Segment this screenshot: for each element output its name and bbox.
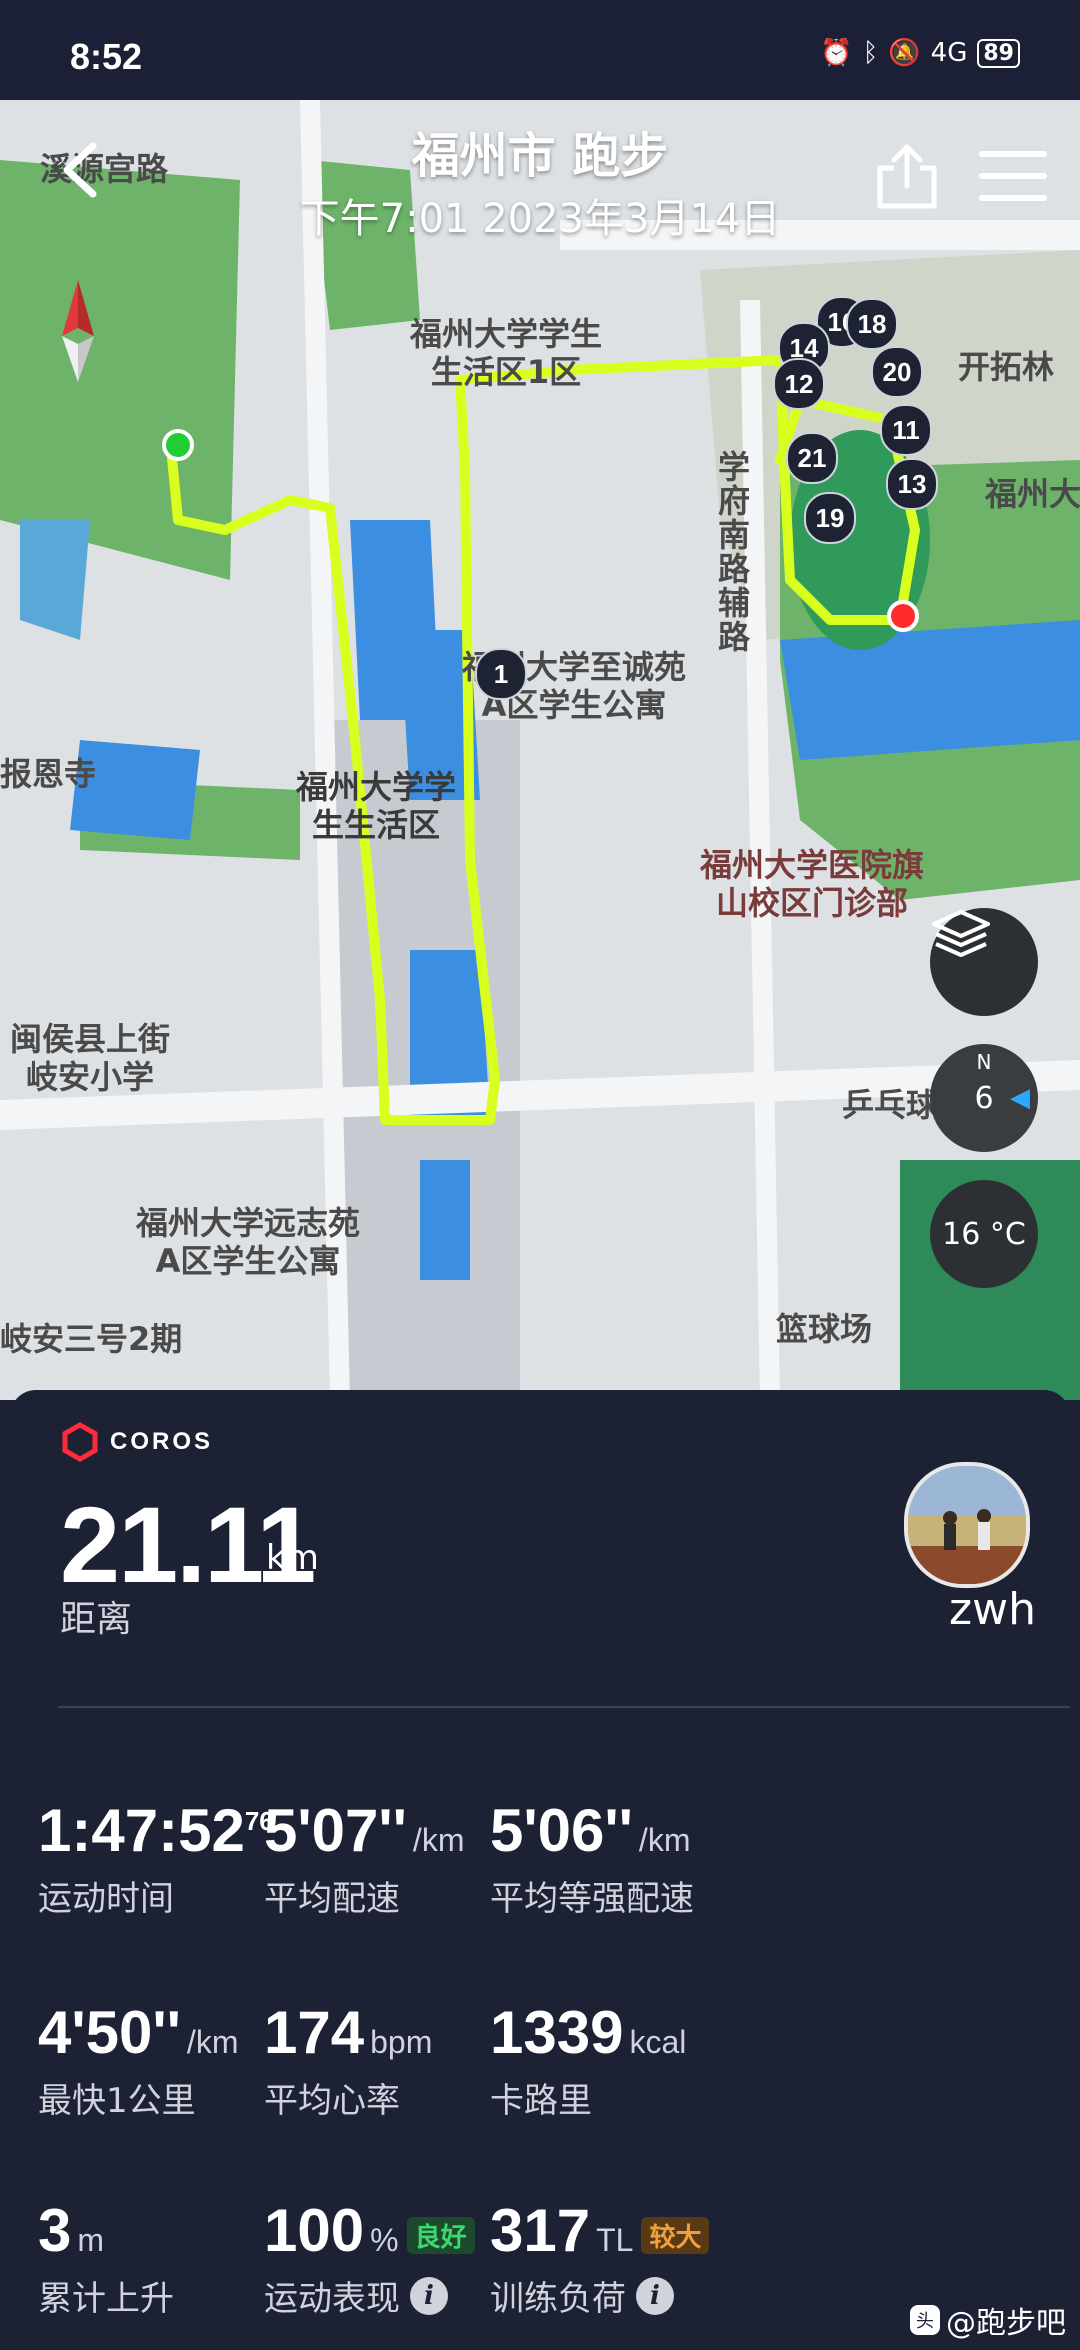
map-label-qian3: 岐安三号2期 [0, 1320, 183, 1358]
map-label-yuanzhi: 福州大学远志苑 A区学生公寓 [136, 1204, 361, 1280]
info-icon[interactable]: i [636, 2276, 674, 2315]
stat-value: 1:47:52 [38, 1797, 245, 1864]
weibo-icon: 头 [910, 2305, 940, 2335]
training-load-badge: 较大 [641, 2216, 710, 2254]
top-bar: 福州市 跑步 下午7:01 2023年3月14日 [0, 100, 1080, 260]
stat-unit: /km [412, 1822, 465, 1858]
distance-label: 距离 [60, 1599, 133, 1640]
lap-marker: 13 [886, 458, 938, 510]
status-time: 8:52 [70, 36, 143, 77]
stat-label: 卡路里 [490, 2081, 592, 2121]
stat-value: 317 [490, 2197, 591, 2264]
lap-marker: 19 [804, 492, 856, 544]
status-icons: ⏰ ᛒ 🔕 4G 89 [820, 38, 1020, 68]
stat-unit: kcal [629, 2024, 687, 2060]
stat-label: 运动表现 [264, 2279, 400, 2319]
stat-calories: 1339 kcal 卡路里 [490, 1998, 820, 2122]
brand: COROS [60, 1422, 213, 1462]
username: zwh [949, 1584, 1036, 1635]
battery-icon: 89 [977, 38, 1020, 68]
watermark-text: @跑步吧 [946, 2306, 1066, 2341]
mute-icon: 🔕 [888, 38, 921, 68]
stat-training-load: 317 TL 较大 训练负荷 i [490, 2196, 820, 2320]
stat-value: 5'07'' [264, 1797, 407, 1864]
lap-marker: 12 [773, 358, 825, 410]
layers-icon [932, 910, 990, 957]
lap-marker: 18 [846, 298, 898, 350]
stat-value: 100 [264, 2197, 365, 2264]
map-label-fzu-life1: 福州大学学生 生活区1区 [410, 315, 603, 391]
map-label-basketball: 篮球场 [776, 1310, 873, 1348]
watermark: 头 @跑步吧 [910, 2298, 1066, 2342]
lap-marker: 21 [786, 432, 838, 484]
info-icon[interactable]: i [410, 2276, 448, 2315]
distance-unit: km [266, 1538, 319, 1578]
bluetooth-icon: ᛒ [862, 38, 879, 68]
stat-value: 174 [264, 1999, 365, 2066]
status-bar: 8:52 ⏰ ᛒ 🔕 4G 89 [0, 0, 1080, 100]
stat-label: 训练负荷 [490, 2279, 626, 2319]
map-label-enshi: 报恩寺 [0, 755, 97, 793]
stat-value: 5'06'' [490, 1797, 633, 1864]
avatar[interactable] [904, 1462, 1030, 1588]
performance-badge: 良好 [406, 2216, 475, 2254]
map-label-fuzhou: 福州大 [985, 475, 1080, 513]
compass-value: 6 [974, 1080, 994, 1116]
map-label-hospital: 福州大学医院旗 山校区门诊部 [700, 846, 925, 922]
lap-marker: 11 [880, 404, 932, 456]
map-label-fzu-life: 福州大学学 生生活区 [296, 768, 457, 844]
stat-unit: TL [596, 2222, 634, 2258]
alarm-icon: ⏰ [820, 38, 853, 68]
stat-value: 4'50'' [38, 1999, 181, 2066]
stat-unit: bpm [370, 2024, 433, 2060]
temperature-value: 16 °C [942, 1216, 1026, 1252]
stat-value: 1339 [490, 1999, 624, 2066]
share-button[interactable] [872, 142, 942, 212]
menu-button[interactable] [978, 148, 1048, 204]
stat-unit: m [77, 2222, 105, 2258]
lap-marker: 20 [871, 346, 923, 398]
avatar-image [908, 1466, 1026, 1584]
coros-logo-icon [62, 1422, 98, 1462]
brand-name: COROS [110, 1428, 214, 1455]
compass-button[interactable]: N 6 ◀ [930, 1044, 1038, 1152]
signal-icon: 4G [930, 38, 968, 68]
layers-button[interactable] [930, 908, 1038, 1016]
summary-panel: COROS 21.11 km 距离 zwh 1:47:5276 运动时间 5'0… [10, 1390, 1070, 2350]
divider [58, 1706, 1070, 1708]
stat-label-row: 训练负荷 i [490, 2271, 820, 2320]
map-label-kaituolin: 开拓林 [958, 348, 1055, 386]
lap-marker: 1 [475, 648, 527, 700]
temperature-button[interactable]: 16 °C [930, 1180, 1038, 1288]
stat-gap-pace: 5'06''/km 平均等强配速 [490, 1796, 820, 1920]
map-label-school: 闽侯县上街 岐安小学 [10, 1020, 171, 1096]
map-label-xuefu-road: 学 府 南 路 辅 路 [718, 448, 751, 656]
stat-unit: /km [186, 2024, 239, 2060]
stat-label: 平均等强配速 [490, 1879, 694, 1919]
stat-unit: % [370, 2222, 399, 2258]
stat-unit: /km [638, 1822, 691, 1858]
compass-arrow-icon: ◀ [1010, 1083, 1030, 1113]
stat-value: 3 [38, 2197, 72, 2264]
route-map[interactable]: 溪源宫路 福州大学学生 生活区1区 开拓林 福州大 学 府 南 路 辅 路 福州… [0, 100, 1080, 1400]
compass-n-label: N [976, 1050, 992, 1074]
